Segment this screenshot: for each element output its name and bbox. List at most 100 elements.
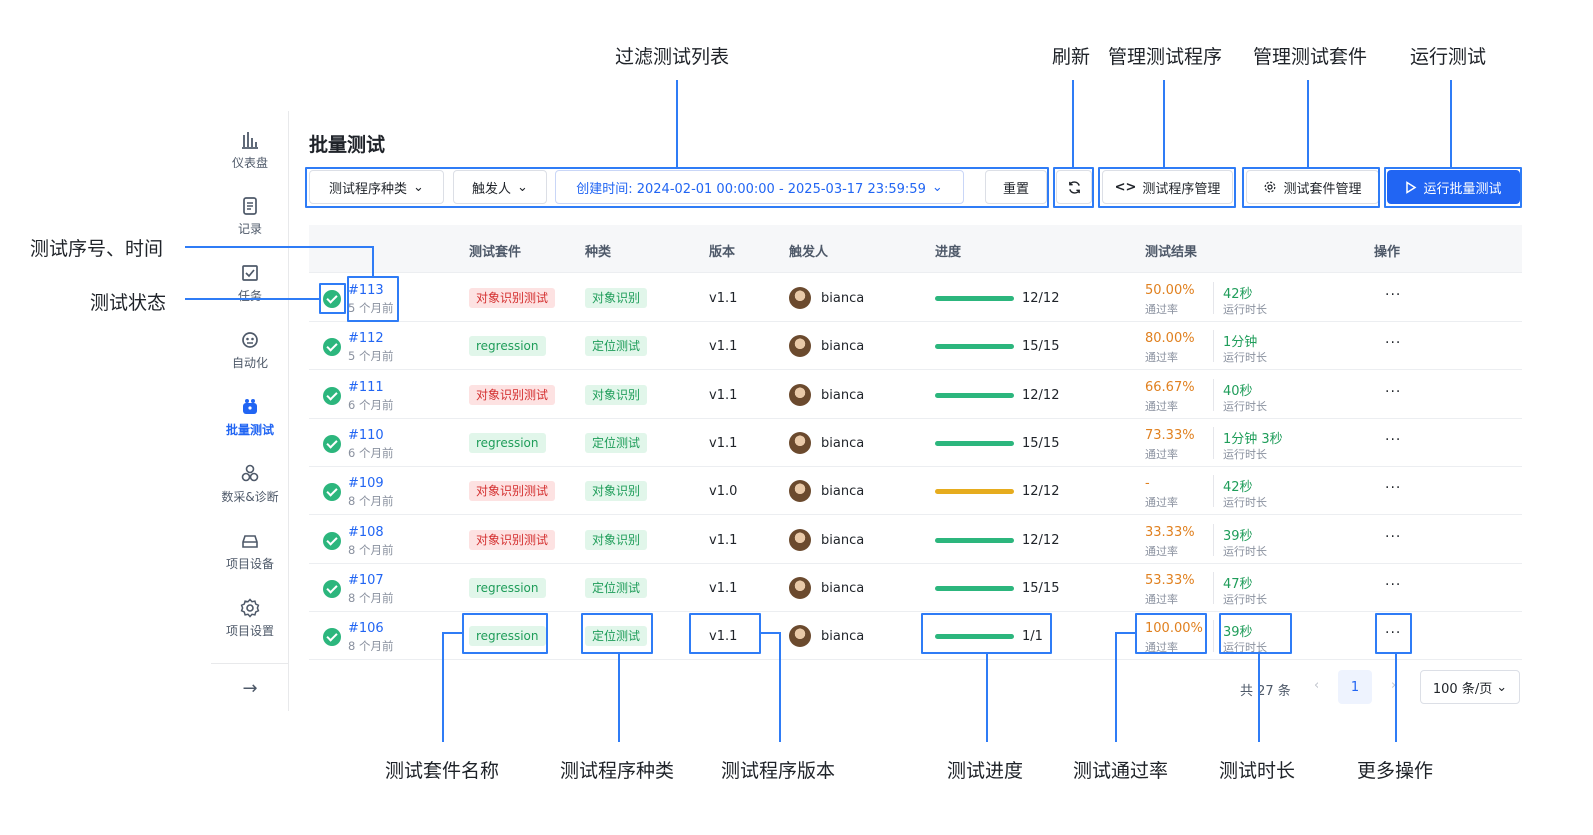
table-row[interactable]: #109 8 个月前 对象识别测试 对象识别 v1.0 bianca 12/12 - 通过率 42… — [309, 467, 1522, 516]
avatar — [789, 576, 811, 599]
task-icon — [242, 265, 258, 281]
more-actions-icon[interactable]: ··· — [1385, 480, 1401, 496]
version-text: v1.1 — [709, 291, 738, 306]
more-actions-icon[interactable]: ··· — [1385, 432, 1401, 448]
callout-number-time: 测试序号、时间 — [30, 238, 164, 260]
table-row[interactable]: #111 6 个月前 对象识别测试 对象识别 v1.1 bianca 12/12 66.67%… — [309, 371, 1522, 419]
col-progress: 进度 — [935, 245, 962, 260]
leader-line — [1450, 80, 1452, 168]
divider — [1213, 282, 1214, 314]
col-result: 测试结果 — [1145, 245, 1198, 260]
pass-rate: 53.33% — [1145, 572, 1195, 588]
highlight-suite — [462, 613, 548, 654]
leader-line — [1307, 80, 1309, 168]
more-actions-icon[interactable]: ··· — [1385, 577, 1401, 593]
test-number-link[interactable]: #110 — [348, 428, 384, 443]
leader-line — [779, 632, 781, 742]
sidebar-item-label: 自动化 — [231, 356, 268, 370]
prev-page-icon[interactable]: ‹ — [1314, 678, 1319, 693]
progress-bar — [935, 392, 1014, 398]
test-number-link[interactable]: #108 — [348, 525, 384, 540]
sidebar-item-devices[interactable]: 项目设备 — [211, 530, 289, 572]
sidebar-item-automation[interactable]: 自动化 — [211, 329, 289, 371]
table-row[interactable]: #112 5 个月前 regression 定位测试 v1.1 bianca 15/15 80… — [309, 322, 1522, 371]
sidebar-item-records[interactable]: 记录 — [211, 195, 289, 237]
avatar — [789, 287, 811, 309]
duration-label: 运行时长 — [1223, 496, 1267, 510]
page-1-button[interactable]: 1 — [1338, 670, 1372, 704]
callout-pass-rate: 测试通过率 — [1073, 760, 1169, 782]
pass-rate: - — [1145, 476, 1150, 492]
document-icon — [243, 197, 257, 215]
test-time: 8 个月前 — [348, 494, 394, 509]
suite-tag: regression — [469, 432, 546, 453]
divider — [1213, 475, 1214, 508]
more-actions-icon[interactable]: ··· — [1385, 384, 1401, 400]
collapse-arrow-icon[interactable]: → — [211, 678, 289, 699]
trigger-name: bianca — [821, 580, 865, 596]
more-actions-icon[interactable]: ··· — [1385, 335, 1401, 351]
success-check-icon — [323, 434, 341, 453]
sidebar: 仪表盘 记录 任务 自动化 批量测试 数采&诊断 项目设备 项目设置 → — [211, 111, 289, 711]
test-time: 6 个月前 — [348, 397, 394, 412]
test-time: 5 个月前 — [348, 349, 394, 364]
highlight-pass-rate — [1135, 613, 1207, 654]
bar-chart-icon — [242, 132, 258, 149]
test-number-link[interactable]: #106 — [348, 621, 384, 636]
test-number-link[interactable]: #107 — [348, 573, 384, 588]
test-number-link[interactable]: #112 — [348, 331, 384, 346]
table-row[interactable]: #107 8 个月前 regression 定位测试 v1.1 bianca 15/15 53… — [309, 564, 1522, 612]
sidebar-divider — [211, 663, 289, 664]
col-ops: 操作 — [1374, 245, 1401, 260]
leader-line — [1258, 654, 1260, 742]
callout-more: 更多操作 — [1357, 760, 1434, 782]
pass-rate-label: 通过率 — [1145, 303, 1178, 316]
highlight-refresh — [1053, 167, 1094, 208]
diagnosis-icon — [241, 464, 259, 482]
device-icon — [242, 535, 258, 548]
page-title: 批量测试 — [309, 134, 386, 156]
duration: 42秒 — [1223, 480, 1253, 496]
callout-progress: 测试进度 — [947, 760, 1024, 782]
progress-bar — [935, 585, 1014, 591]
leader-line — [1115, 632, 1117, 742]
avatar — [789, 480, 811, 503]
leader-line — [761, 632, 780, 634]
type-tag: 定位测试 — [585, 577, 648, 598]
sidebar-item-batch-test[interactable]: 批量测试 — [211, 396, 289, 438]
test-number-link[interactable]: #109 — [348, 476, 384, 491]
sidebar-item-dashboard[interactable]: 仪表盘 — [211, 129, 289, 171]
more-actions-icon[interactable]: ··· — [1385, 287, 1401, 303]
trigger-name: bianca — [821, 435, 865, 451]
sidebar-item-label: 仪表盘 — [231, 156, 268, 170]
progress-text: 12/12 — [1022, 484, 1060, 500]
page-size-select[interactable]: 100 条/页 ⌄ — [1420, 670, 1520, 704]
test-number-link[interactable]: #111 — [348, 380, 384, 395]
divider — [1213, 571, 1214, 604]
divider — [1213, 378, 1214, 411]
sidebar-item-settings[interactable]: 项目设置 — [211, 597, 289, 639]
duration-label: 运行时长 — [1223, 447, 1267, 461]
pass-rate-label: 通过率 — [1145, 447, 1178, 461]
table-row[interactable]: #108 8 个月前 对象识别测试 对象识别 v1.1 bianca 12/12 33.33%… — [309, 516, 1522, 564]
highlight-manage-programs — [1098, 167, 1236, 208]
col-version: 版本 — [709, 245, 736, 260]
total-count: 共 27 条 — [1240, 684, 1291, 699]
more-actions-icon[interactable]: ··· — [1385, 529, 1401, 545]
progress-bar — [935, 296, 1014, 301]
table-row[interactable]: #110 6 个月前 regression 定位测试 v1.1 bianca 15/15 73… — [309, 419, 1522, 467]
callout-program-type: 测试程序种类 — [560, 760, 675, 782]
sidebar-item-diagnosis[interactable]: 数采&诊断 — [211, 463, 289, 505]
highlight-more — [1375, 613, 1412, 654]
divider — [1213, 426, 1214, 459]
robot-icon — [242, 332, 258, 348]
leader-line — [1072, 80, 1074, 168]
highlight-version — [689, 613, 761, 654]
version-text: v1.1 — [709, 435, 738, 451]
type-tag: 对象识别 — [585, 384, 648, 405]
pass-rate: 50.00% — [1145, 283, 1195, 298]
chevron-down-icon: ⌄ — [1496, 679, 1508, 695]
table-row[interactable]: #113 5 个月前 对象识别测试 对象识别 v1.1 bianca 12/12 50.00%… — [309, 274, 1522, 322]
callout-filter: 过滤测试列表 — [615, 46, 730, 68]
batch-test-icon — [243, 399, 257, 414]
